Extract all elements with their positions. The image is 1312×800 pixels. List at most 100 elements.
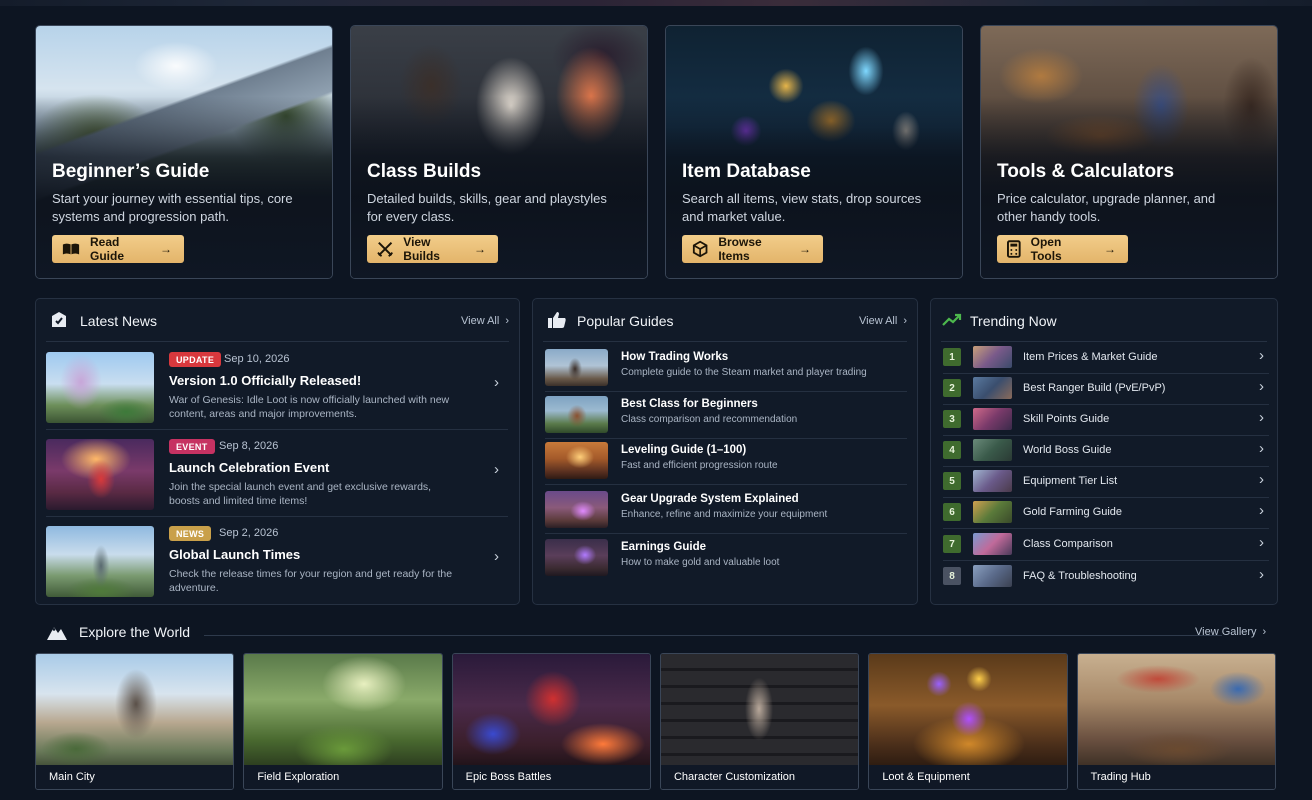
news-view-all-link[interactable]: View All › <box>461 315 509 327</box>
divider <box>545 391 907 392</box>
gallery-card-trading-hub[interactable]: Trading Hub <box>1076 653 1276 790</box>
explore-title: Explore the World <box>79 624 191 640</box>
gallery-card-main-city[interactable]: Main City <box>35 653 235 790</box>
feature-card-class-builds[interactable]: Class Builds Detailed builds, skills, ge… <box>350 25 648 279</box>
rank-badge: 2 <box>943 379 961 397</box>
chevron-right-icon: › <box>1259 534 1264 551</box>
trending-thumbnail <box>973 439 1012 461</box>
view-builds-button[interactable]: View Builds → <box>367 235 498 263</box>
divider <box>46 429 508 430</box>
chevron-right-icon: › <box>1259 347 1264 364</box>
thumbs-up-icon <box>548 312 566 328</box>
chevron-right-icon: › <box>1259 566 1264 583</box>
news-item[interactable]: UPDATE Sep 10, 2026 Version 1.0 Official… <box>46 350 508 430</box>
trending-now-panel: Trending Now 1 Item Prices & Market Guid… <box>930 298 1278 605</box>
chevron-right-icon: › <box>1259 440 1264 457</box>
guide-desc: How to make gold and valuable loot <box>621 557 780 568</box>
divider <box>941 341 1267 342</box>
rank-badge: 6 <box>943 503 961 521</box>
gallery-card-field-exploration[interactable]: Field Exploration <box>243 653 443 790</box>
trending-thumbnail <box>973 408 1012 430</box>
guide-thumbnail <box>545 349 608 386</box>
guide-desc: Enhance, refine and maximize your equipm… <box>621 509 828 520</box>
trending-thumbnail <box>973 533 1012 555</box>
divider <box>943 528 1269 529</box>
arrow-right-icon: → <box>160 242 172 256</box>
divider <box>545 533 907 534</box>
news-item[interactable]: NEWS Sep 2, 2026 Global Launch Times Che… <box>46 524 508 604</box>
guide-item[interactable]: Best Class for Beginners Class compariso… <box>545 393 907 439</box>
feature-desc: Search all items, view stats, drop sourc… <box>682 191 922 224</box>
guide-item[interactable]: Leveling Guide (1–100) Fast and efficien… <box>545 439 907 485</box>
rank-badge: 1 <box>943 348 961 366</box>
feature-card-item-database[interactable]: Item Database Search all items, view sta… <box>665 25 963 279</box>
trending-thumbnail <box>973 501 1012 523</box>
view-gallery-link[interactable]: View Gallery › <box>1195 626 1266 638</box>
trending-thumbnail <box>973 346 1012 368</box>
trending-item[interactable]: 7 Class Comparison › <box>943 531 1269 559</box>
guide-thumbnail <box>545 442 608 479</box>
divider <box>46 341 509 342</box>
feature-title: Item Database <box>682 161 811 182</box>
news-badge: NEWS <box>169 526 212 541</box>
trending-item[interactable]: 3 Skill Points Guide › <box>943 406 1269 434</box>
guide-thumbnail <box>545 539 608 576</box>
gallery-card-character-customization[interactable]: Character Customization <box>659 653 860 790</box>
rank-badge: 7 <box>943 535 961 553</box>
trending-item[interactable]: 5 Equipment Tier List › <box>943 468 1269 496</box>
divider <box>943 404 1269 405</box>
trending-item[interactable]: 1 Item Prices & Market Guide › <box>943 344 1269 372</box>
news-date: Sep 2, 2026 <box>219 527 279 539</box>
read-guide-label: Read Guide <box>90 235 125 263</box>
guide-desc: Fast and efficient progression route <box>621 460 778 471</box>
trending-item[interactable]: 6 Gold Farming Guide › <box>943 499 1269 527</box>
guide-desc: Complete guide to the Steam market and p… <box>621 367 867 378</box>
news-title: Launch Celebration Event <box>169 460 330 475</box>
read-guide-button[interactable]: Read Guide → <box>52 235 184 263</box>
feature-desc: Price calculator, upgrade planner, and o… <box>997 191 1216 224</box>
guide-item[interactable]: Earnings Guide How to make gold and valu… <box>545 536 907 582</box>
guide-item[interactable]: Gear Upgrade System Explained Enhance, r… <box>545 488 907 534</box>
rank-badge: 5 <box>943 472 961 490</box>
news-item[interactable]: EVENT Sep 8, 2026 Launch Celebration Eve… <box>46 437 508 517</box>
trading-hub-image <box>1077 654 1275 768</box>
trending-label: Best Ranger Build (PvE/PvP) <box>1023 382 1166 394</box>
feature-title: Class Builds <box>367 161 482 182</box>
guide-thumbnail <box>545 396 608 433</box>
guides-view-all-link[interactable]: View All › <box>859 315 907 327</box>
feature-card-beginners-guide[interactable]: Beginner’s Guide Start your journey with… <box>35 25 333 279</box>
loot-equipment-image <box>869 654 1067 768</box>
popular-guides-panel: Popular Guides View All › How Trading Wor… <box>532 298 918 605</box>
news-thumbnail <box>46 352 154 423</box>
arrow-right-icon: → <box>1104 242 1116 256</box>
feature-cards: Beginner’s Guide Start your journey with… <box>35 25 1278 279</box>
trending-label: Gold Farming Guide <box>1023 506 1123 518</box>
crossed-swords-icon <box>377 241 394 257</box>
arrow-right-icon: → <box>799 242 811 256</box>
view-builds-label: View Builds <box>403 235 440 263</box>
gallery-card-epic-boss-battles[interactable]: Epic Boss Battles <box>451 653 651 790</box>
book-icon <box>62 243 80 255</box>
latest-news-panel: Latest News View All › UPDATE Sep 10, 202… <box>35 298 520 605</box>
update-badge: UPDATE <box>169 352 222 367</box>
trending-item[interactable]: 4 World Boss Guide › <box>943 437 1269 465</box>
gallery-card-loot-equipment[interactable]: Loot & Equipment <box>868 653 1068 790</box>
news-thumbnail <box>46 439 154 510</box>
popular-guides-title: Popular Guides <box>577 313 674 329</box>
open-tools-button[interactable]: Open Tools → <box>997 235 1128 263</box>
browse-items-button[interactable]: Browse Items → <box>682 235 823 263</box>
trending-label: Item Prices & Market Guide <box>1023 351 1158 363</box>
divider <box>943 373 1269 374</box>
chevron-right-icon: › <box>1259 378 1264 395</box>
trending-item[interactable]: 2 Best Ranger Build (PvE/PvP) › <box>943 375 1269 403</box>
guide-item[interactable]: How Trading Works Complete guide to the … <box>545 346 907 392</box>
feature-card-tools-calculators[interactable]: Tools & Calculators Price calculator, up… <box>980 25 1278 279</box>
news-date: Sep 8, 2026 <box>219 440 279 452</box>
explore-header: Explore the World View Gallery › <box>46 620 1276 644</box>
trending-item[interactable]: 8 FAQ & Troubleshooting › <box>943 563 1269 591</box>
trending-label: Class Comparison <box>1023 538 1113 550</box>
guide-title: Earnings Guide <box>621 541 706 553</box>
chevron-right-icon: › <box>1259 502 1264 519</box>
top-banner-strip <box>0 0 1312 6</box>
trending-label: World Boss Guide <box>1023 444 1112 456</box>
